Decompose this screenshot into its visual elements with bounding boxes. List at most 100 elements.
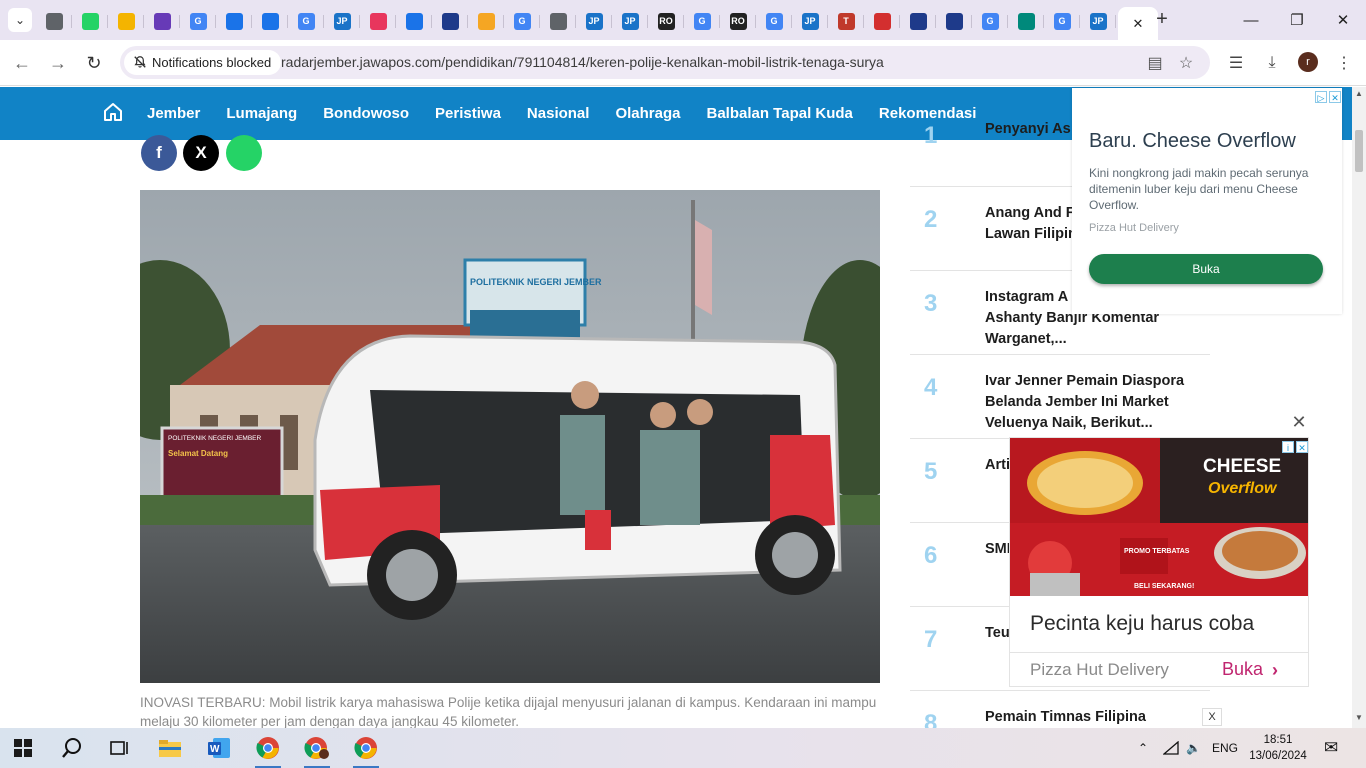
back-button[interactable]: ← (10, 51, 34, 75)
ad2-banner-headline-2: Overflow (1208, 480, 1278, 497)
nav-link-lumajang[interactable]: Lumajang (226, 105, 297, 122)
browser-tab[interactable] (108, 7, 144, 35)
browser-tab[interactable]: G (756, 7, 792, 35)
ad1-open-button[interactable]: Buka (1089, 254, 1323, 284)
browser-tab[interactable] (360, 7, 396, 35)
browser-tab[interactable]: JP (324, 7, 360, 35)
nav-link-jember[interactable]: Jember (147, 105, 200, 122)
browser-tab[interactable] (936, 7, 972, 35)
task-view-icon (110, 741, 128, 755)
browser-tab[interactable] (36, 7, 72, 35)
chrome-button-2[interactable] (343, 728, 389, 768)
popular-item[interactable]: 4 Ivar Jenner Pemain Diaspora Belanda Jem… (910, 355, 1210, 439)
google-favicon-icon: G (1053, 12, 1071, 30)
language-indicator[interactable]: ENG (1212, 728, 1238, 768)
share-x-button[interactable]: X (183, 135, 219, 171)
tab-search-button[interactable]: ⌄ (8, 8, 32, 32)
file-explorer-button[interactable] (147, 728, 193, 768)
page-scrollbar[interactable]: ▲ ▼ (1352, 87, 1366, 728)
browser-tab[interactable] (144, 7, 180, 35)
task-view-button[interactable] (97, 728, 143, 768)
chrome-profile-button[interactable] (294, 728, 340, 768)
chrome-button[interactable] (245, 728, 291, 768)
browser-tab[interactable]: G (684, 7, 720, 35)
scrollbar-thumb[interactable] (1355, 130, 1363, 172)
close-tab-icon[interactable]: ✕ (1133, 16, 1144, 32)
nav-link-nasional[interactable]: Nasional (527, 105, 590, 122)
browser-tab[interactable] (468, 7, 504, 35)
notification-center-icon[interactable]: ✉ (1324, 728, 1338, 768)
word-button[interactable]: W (196, 728, 242, 768)
browser-tab[interactable] (1008, 7, 1044, 35)
chevron-right-icon[interactable]: › (1272, 660, 1278, 681)
search-button[interactable] (49, 728, 95, 768)
ad2-close-icon[interactable]: ✕ (1296, 441, 1308, 453)
ad2-open-button[interactable]: Buka (1222, 659, 1263, 680)
browser-tab[interactable] (432, 7, 468, 35)
ad-info-icon[interactable]: ▷ (1315, 91, 1327, 103)
browser-tab[interactable]: JP (1080, 7, 1116, 35)
scroll-down-icon[interactable]: ▼ (1355, 714, 1363, 722)
close-window-button[interactable]: ✕ (1320, 0, 1366, 40)
scroll-up-icon[interactable]: ▲ (1355, 90, 1363, 98)
profile-avatar[interactable]: r (1298, 52, 1318, 72)
notifications-blocked-chip[interactable]: Notifications blocked (124, 50, 282, 75)
new-tab-button[interactable]: + (1150, 8, 1174, 32)
record-favicon-icon (873, 12, 891, 30)
ad-close-icon[interactable]: ✕ (1329, 91, 1341, 103)
ad-banner-top[interactable]: ▷ ✕ Baru. Cheese Overflow Kini nongkrong… (1072, 88, 1342, 314)
browser-tab[interactable]: G (180, 7, 216, 35)
nav-link-balbalan-tapal-kuda[interactable]: Balbalan Tapal Kuda (706, 105, 852, 122)
ad2-info-icon[interactable]: i (1282, 441, 1294, 453)
browser-tab[interactable] (540, 7, 576, 35)
browser-tab[interactable] (900, 7, 936, 35)
browser-tab[interactable] (216, 7, 252, 35)
volume-icon[interactable]: 🔈 (1186, 728, 1201, 768)
restore-button[interactable]: ❐ (1274, 0, 1320, 40)
menu-kebab-icon[interactable]: ⋮ (1333, 52, 1355, 74)
ad2-dismiss-icon[interactable]: ✕ (1291, 413, 1307, 431)
reload-button[interactable]: ↻ (82, 51, 106, 75)
app-favicon-icon (1017, 12, 1035, 30)
media-queue-icon[interactable]: ☰ (1225, 52, 1247, 74)
share-whatsapp-button[interactable] (226, 135, 262, 171)
chevron-up-icon: ⌃ (1138, 741, 1149, 755)
browser-tab[interactable] (864, 7, 900, 35)
show-hidden-icons-button[interactable]: ⌃ (1138, 728, 1148, 768)
browser-tab[interactable] (396, 7, 432, 35)
browser-tab[interactable]: G (504, 7, 540, 35)
browser-tab[interactable]: G (288, 7, 324, 35)
address-bar[interactable]: Notifications blocked radarjember.jawapo… (120, 46, 1210, 79)
browser-tab[interactable]: G (972, 7, 1008, 35)
forward-button[interactable]: → (46, 51, 70, 75)
browser-tab[interactable] (72, 7, 108, 35)
tool-favicon-icon (261, 12, 279, 30)
browser-tab[interactable]: RO (720, 7, 756, 35)
share-facebook-button[interactable]: f (141, 135, 177, 171)
google-forms-favicon-icon (153, 12, 171, 30)
popular-rank: 5 (924, 458, 938, 485)
jawapos-favicon-icon: JP (801, 12, 819, 30)
home-icon[interactable] (102, 101, 124, 123)
translate-icon[interactable]: ▤ (1144, 52, 1166, 74)
browser-tab[interactable]: T (828, 7, 864, 35)
nav-link-olahraga[interactable]: Olahraga (615, 105, 680, 122)
browser-tab[interactable] (252, 7, 288, 35)
taskbar-clock[interactable]: 18:51 13/06/2024 (1248, 732, 1308, 764)
pizza-ad-image: CHEESE Overflow PROMO TERBATAS BELI SEKA… (1010, 438, 1308, 596)
download-icon[interactable]: ⤓ (1261, 52, 1283, 74)
ad-banner-pizza[interactable]: CHEESE Overflow PROMO TERBATAS BELI SEKA… (1009, 437, 1309, 687)
ad3-close-button[interactable]: X (1202, 708, 1222, 726)
network-icon[interactable] (1163, 728, 1179, 768)
notifications-chip-label: Notifications blocked (152, 55, 272, 70)
browser-tab[interactable]: JP (612, 7, 648, 35)
browser-tab[interactable]: JP (792, 7, 828, 35)
nav-link-peristiwa[interactable]: Peristiwa (435, 105, 501, 122)
minimize-button[interactable]: — (1228, 0, 1274, 40)
bookmark-star-icon[interactable]: ☆ (1175, 52, 1197, 74)
nav-link-bondowoso[interactable]: Bondowoso (323, 105, 409, 122)
browser-tab[interactable]: JP (576, 7, 612, 35)
browser-tab[interactable]: RO (648, 7, 684, 35)
start-button[interactable] (0, 728, 46, 768)
browser-tab[interactable]: G (1044, 7, 1080, 35)
